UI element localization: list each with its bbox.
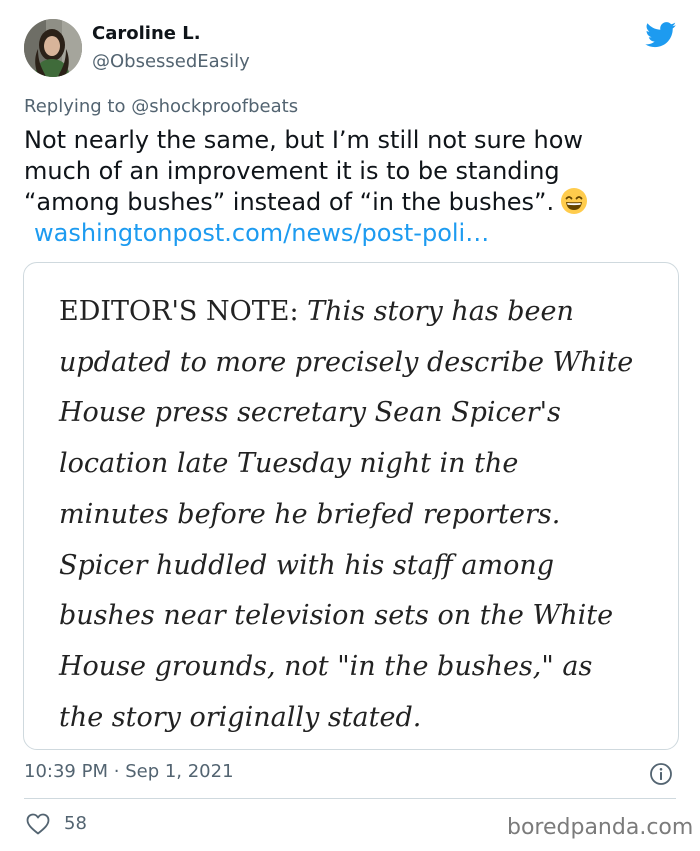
post-date[interactable]: Sep 1, 2021	[125, 761, 233, 782]
editors-note-line: House grounds, not "in the bushes," as	[59, 650, 593, 682]
tweet-text: Not nearly the same, but I’m still not s…	[24, 125, 674, 249]
tweet-text-line: Not nearly the same, but I’m still not s…	[24, 126, 584, 154]
article-link[interactable]: washingtonpost.com/news/post-poli…	[34, 218, 674, 249]
editors-note-text: EDITOR'S NOTE: This story has been updat…	[59, 287, 669, 743]
editors-note-line: the story originally stated.	[59, 701, 422, 733]
tweet-text-line: “among bushes” instead of “in the bushes…	[24, 188, 555, 216]
watermark: boredpanda.com	[507, 815, 694, 840]
replying-to: Replying to @shockproofbeats	[24, 96, 298, 118]
editors-note-line: Spicer huddled with his staff among	[59, 549, 555, 581]
editors-note-line: bushes near television sets on the White	[59, 600, 614, 632]
editors-note-line-text: This story has been	[298, 296, 574, 327]
twitter-bird-icon[interactable]	[645, 22, 677, 48]
divider	[24, 798, 676, 799]
reply-mention-link[interactable]: @shockproofbeats	[131, 96, 298, 117]
tweet-text-line-with-emoji: “among bushes” instead of “in the bushes…	[24, 187, 674, 218]
editors-note-line: EDITOR'S NOTE: This story has been	[59, 287, 669, 338]
tweet-text-line: much of an improvement it is to be stand…	[24, 157, 560, 185]
editors-note-line: minutes before he briefed reporters.	[59, 498, 561, 530]
info-icon[interactable]	[649, 762, 673, 786]
editors-note-line: updated to more precisely describe White	[59, 346, 634, 378]
grinning-face-emoji-icon	[561, 188, 588, 214]
like-count[interactable]: 58	[64, 813, 87, 835]
user-handle[interactable]: @ObsessedEasily	[92, 51, 250, 73]
editors-note-line: House press secretary Sean Spicer's	[59, 397, 561, 429]
display-name[interactable]: Caroline L.	[92, 23, 201, 45]
media-image[interactable]: EDITOR'S NOTE: This story has been updat…	[23, 262, 679, 750]
avatar[interactable]	[24, 19, 82, 77]
timestamp-separator: ·	[113, 761, 120, 782]
timestamp[interactable]: 10:39 PM · Sep 1, 2021	[24, 761, 234, 783]
post-time[interactable]: 10:39 PM	[24, 761, 108, 782]
editors-note-line: location late Tuesday night in the	[59, 448, 519, 480]
replying-to-label: Replying to	[24, 96, 126, 117]
editors-note-lead: EDITOR'S NOTE:	[59, 296, 299, 327]
heart-icon[interactable]	[26, 813, 50, 835]
